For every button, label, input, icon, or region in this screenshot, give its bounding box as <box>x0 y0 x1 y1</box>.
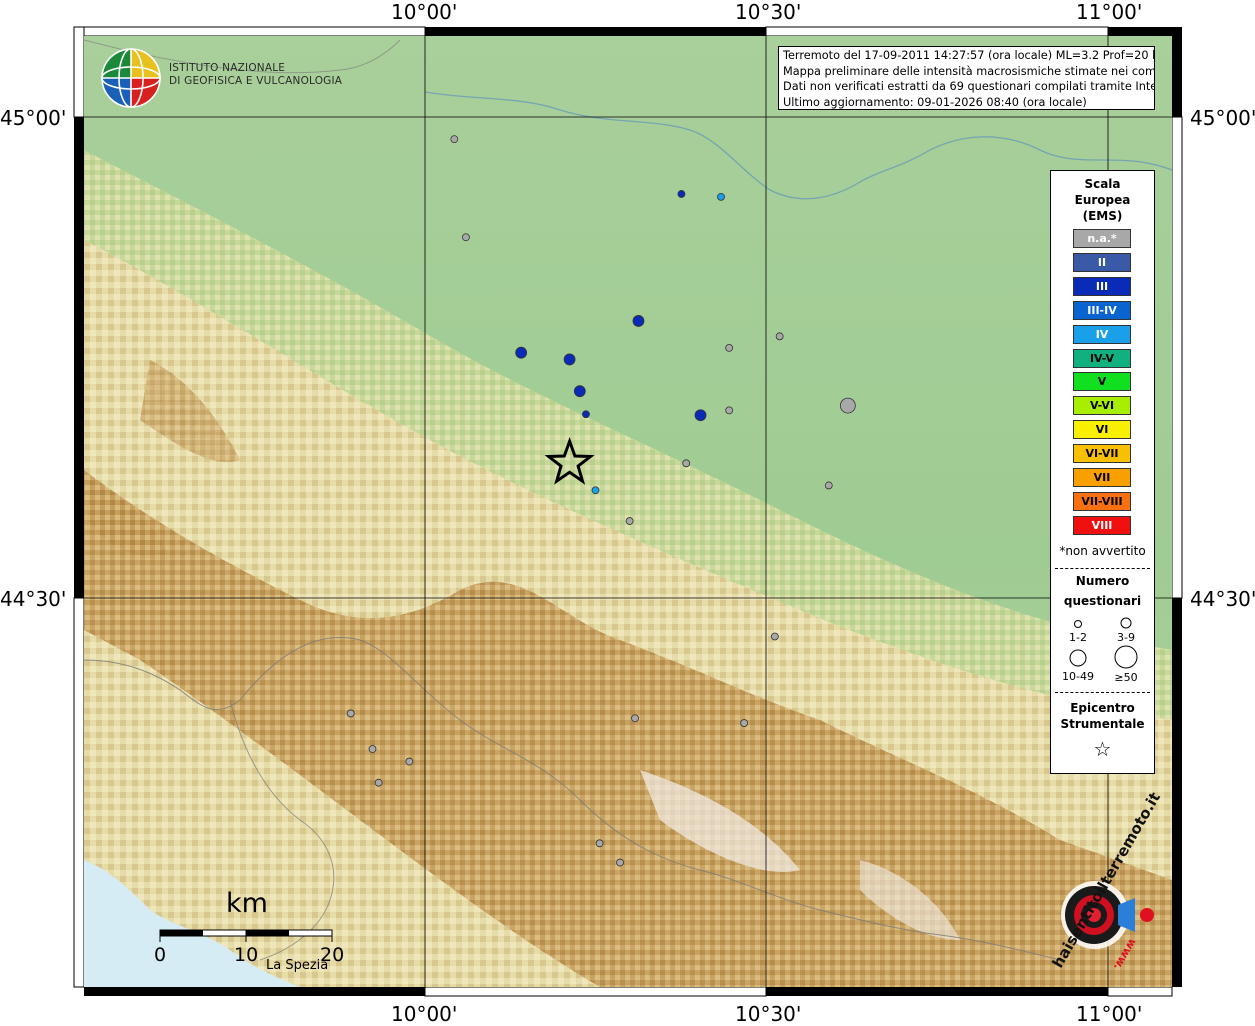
observation-point-8 <box>775 332 784 341</box>
legend-class-4: IV <box>1073 324 1131 344</box>
scale-tick-0: 0 <box>154 944 167 966</box>
lon-label-top-2: 10°30' <box>735 0 802 24</box>
observation-point-2 <box>717 192 725 201</box>
lon-label-bottom-2: 10°30' <box>735 1002 802 1026</box>
legend-class-2: III <box>1073 276 1131 296</box>
legend-class-7: V-VI <box>1073 396 1131 416</box>
legend-class-1: II <box>1073 252 1131 272</box>
event-info-box: Terremoto del 17-09-2011 14:27:57 (ora l… <box>778 46 1155 110</box>
legend-class-6: V <box>1073 372 1131 392</box>
lat-label-left-1: 45°00' <box>0 106 67 130</box>
observation-point-16 <box>824 481 833 490</box>
observation-point-26 <box>616 858 624 867</box>
observation-point-12 <box>725 406 734 415</box>
terrain <box>84 36 1172 987</box>
count-label-1-2: 1-2 <box>1069 631 1087 644</box>
legend-class-9: VI-VII <box>1073 444 1131 464</box>
lon-label-bottom-1: 10°00' <box>391 1002 458 1026</box>
count-symbol-large-icon <box>1069 649 1087 667</box>
observation-point-11 <box>694 409 707 422</box>
observation-point-17 <box>625 517 634 525</box>
count-label-3-9: 3-9 <box>1117 631 1135 644</box>
count-label-10-49: 10-49 <box>1062 670 1094 683</box>
legend-class-11: VII-VIII <box>1073 491 1131 511</box>
legend-title-line-3: (EMS) <box>1082 209 1123 223</box>
legend-class-3: III-IV <box>1073 300 1131 320</box>
legend-class-10: VII <box>1073 468 1131 487</box>
epicenter-title-1: Epicentro <box>1070 701 1135 715</box>
count-title-1: Numero <box>1075 574 1130 588</box>
ingv-logo-icon <box>101 48 161 108</box>
not-felt-note: *non avvertito <box>1059 544 1146 558</box>
observation-point-24 <box>374 778 383 787</box>
observation-point-6 <box>563 353 576 366</box>
observation-point-20 <box>631 714 639 723</box>
observation-point-19 <box>346 709 355 718</box>
legend-title-line-2: Europea <box>1074 193 1131 207</box>
legend-title-line-1: Scala <box>1084 177 1121 191</box>
count-label-50plus: ≥50 <box>1114 671 1138 684</box>
legend-class-12: VIII <box>1073 515 1131 535</box>
count-symbol-xlarge-icon <box>1114 645 1138 669</box>
legend-class-5: IV-V <box>1073 348 1131 368</box>
institute-name: ISTITUTO NAZIONALE DI GEOFISICA E VULCAN… <box>169 62 342 88</box>
event-info-line-2: Mappa preliminare delle intensità macros… <box>783 64 1155 78</box>
observation-point-0 <box>450 135 459 144</box>
observation-point-21 <box>740 719 749 727</box>
observation-point-23 <box>405 757 414 766</box>
lon-label-top-3: 11°00' <box>1076 0 1143 24</box>
lon-label-bottom-3: 11°00' <box>1076 1002 1143 1026</box>
legend-separator-1 <box>1055 568 1150 569</box>
place-label-la-spezia: La Spezia <box>266 958 329 973</box>
observation-point-25 <box>595 839 604 848</box>
epicenter-title-2: Strumentale <box>1060 717 1145 731</box>
lat-label-left-2: 44°30' <box>0 587 67 611</box>
observation-point-10 <box>582 410 590 419</box>
observation-point-7 <box>725 343 734 352</box>
count-title-2: questionari <box>1063 594 1142 608</box>
epicenter-star-icon: ☆ <box>1093 737 1112 761</box>
count-symbol-medium-icon <box>1120 617 1132 629</box>
lat-label-right-2: 44°30' <box>1190 587 1255 611</box>
legend-class-8: VI <box>1073 420 1131 440</box>
observation-point-18 <box>770 632 779 641</box>
lon-label-top-1: 10°00' <box>391 0 458 24</box>
institute-line-2: DI GEOFISICA E VULCANOLOGIA <box>169 75 343 87</box>
event-info-line-4: Ultimo aggiornamento: 09-01-2026 08:40 (… <box>783 95 1087 109</box>
observation-point-13 <box>839 397 856 414</box>
institute-line-1: ISTITUTO NAZIONALE <box>169 62 286 74</box>
legend-panel: Scala Europea (EMS) n.a.* II III III-IV IV IV… <box>1050 170 1155 774</box>
observation-point-15 <box>591 486 600 495</box>
observation-point-3 <box>462 233 470 242</box>
observation-point-5 <box>515 346 528 359</box>
legend-class-0: n.a.* <box>1073 229 1131 248</box>
event-info-line-3: Dati non verificati estratti da 69 quest… <box>783 80 1155 94</box>
observation-point-9 <box>573 385 586 398</box>
observation-point-1 <box>677 190 686 198</box>
legend-separator-2 <box>1055 692 1150 693</box>
observation-point-4 <box>632 315 645 327</box>
event-info-line-1: Terremoto del 17-09-2011 14:27:57 (ora l… <box>783 49 1155 62</box>
count-symbol-small-icon <box>1074 620 1082 628</box>
legend-title: Scala Europea (EMS) <box>1051 176 1154 224</box>
observation-point-14 <box>682 459 691 468</box>
scale-tick-10: 10 <box>234 944 259 966</box>
lat-label-right-1: 45°00' <box>1190 106 1255 130</box>
observation-point-22 <box>368 745 377 753</box>
scale-unit: km <box>226 888 268 919</box>
